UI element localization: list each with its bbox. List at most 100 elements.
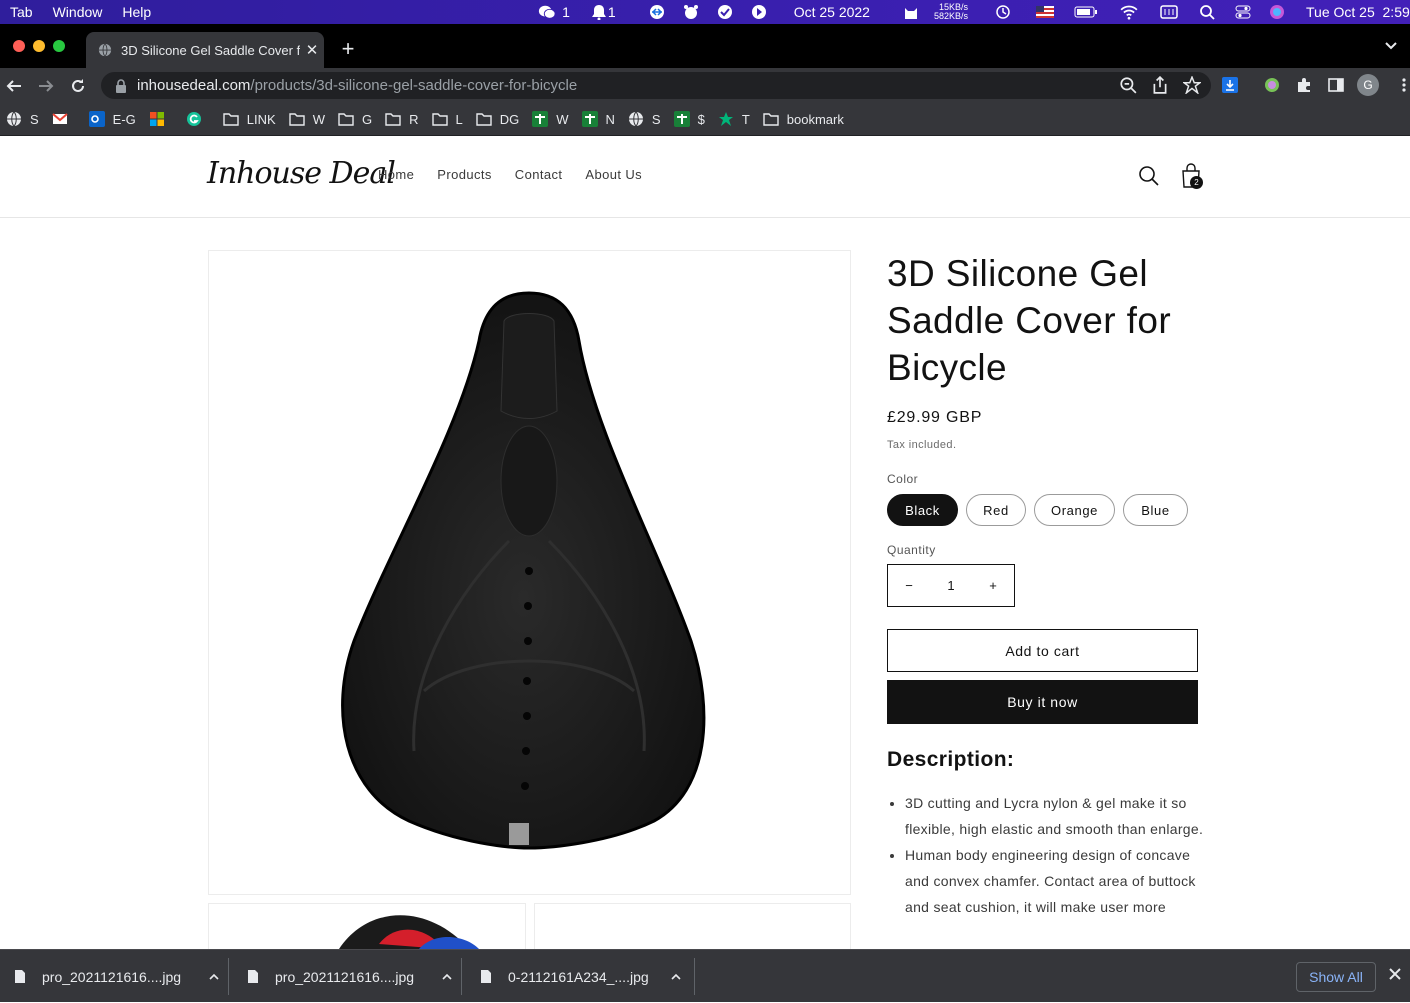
time-machine-status[interactable] <box>988 0 1018 24</box>
decrease-quantity-button[interactable]: − <box>888 578 930 593</box>
cat-status[interactable] <box>896 0 926 24</box>
bookmark-item[interactable]: bookmark <box>763 111 844 127</box>
nav-home[interactable]: Home <box>378 167 414 182</box>
arrow-status[interactable] <box>744 0 774 24</box>
bookmark-item[interactable]: $ <box>673 111 705 127</box>
star-icon <box>718 112 733 126</box>
chevron-up-icon[interactable] <box>207 970 221 984</box>
color-option-black[interactable]: Black <box>887 494 958 526</box>
show-all-downloads-button[interactable]: Show All <box>1296 962 1376 992</box>
browser-menu-button[interactable] <box>1393 74 1410 96</box>
bookmark-item[interactable]: E-G <box>88 111 136 127</box>
bookmark-item[interactable]: N <box>581 111 615 127</box>
input-source-status[interactable] <box>1030 0 1060 24</box>
buy-now-button[interactable]: Buy it now <box>887 680 1198 724</box>
url-host: inhousedeal.com <box>137 77 251 94</box>
bookmark-label: LINK <box>246 111 276 127</box>
bookmark-item[interactable]: LINK <box>223 111 276 127</box>
back-button[interactable] <box>2 74 26 98</box>
nav-about-us[interactable]: About Us <box>585 167 642 182</box>
bookmark-item[interactable]: DG <box>476 111 519 127</box>
color-option-blue[interactable]: Blue <box>1123 494 1188 526</box>
mac-menubar: Tab Window Help 1 1 Oct 25 2022 15KB/s 5… <box>0 0 1410 24</box>
bookmark-item[interactable]: W <box>289 111 325 127</box>
task-status[interactable] <box>710 0 740 24</box>
search-icon[interactable] <box>1138 165 1160 187</box>
color-option-orange[interactable]: Orange <box>1034 494 1115 526</box>
color-option-red[interactable]: Red <box>966 494 1026 526</box>
bookmarks-bar: S E-G LINK W G R L DG W N S $ Tbookmark <box>0 103 1410 136</box>
notification-status[interactable]: 1 <box>584 0 622 24</box>
product-main-image[interactable] <box>208 250 851 895</box>
bookmark-item[interactable]: L <box>431 111 463 127</box>
keyboard-status[interactable] <box>1154 0 1184 24</box>
product-thumbnail-2[interactable] <box>534 903 851 949</box>
us-flag-icon <box>1036 6 1054 18</box>
wechat-status[interactable]: 1 <box>532 0 576 24</box>
download-item-1[interactable]: pro_2021121616....jpg <box>14 950 221 1003</box>
close-window-button[interactable] <box>13 40 25 52</box>
share-icon[interactable] <box>1151 76 1169 94</box>
extensions-button[interactable] <box>1293 74 1315 96</box>
quantity-input[interactable]: 1 <box>930 578 972 593</box>
close-tab-icon[interactable]: ✕ <box>300 41 324 59</box>
download-extension-button[interactable] <box>1219 74 1241 96</box>
notification-count: 1 <box>607 4 616 20</box>
bookmark-item[interactable]: T <box>718 111 750 127</box>
time-machine-icon <box>996 5 1010 19</box>
address-bar[interactable]: inhousedeal.com/products/3d-silicone-gel… <box>101 72 1211 99</box>
bookmark-item[interactable]: S <box>628 111 661 127</box>
saddle-colors-image <box>339 915 479 949</box>
download-item-2[interactable]: pro_2021121616....jpg <box>247 950 454 1003</box>
browser-tab-active[interactable]: 3D Silicone Gel Saddle Cover for Bicycle… <box>86 32 324 68</box>
menu-window[interactable]: Window <box>53 4 103 20</box>
teamviewer-status[interactable] <box>642 0 672 24</box>
profile-button[interactable]: G <box>1357 74 1379 96</box>
menu-tab[interactable]: Tab <box>10 4 33 20</box>
battery-status[interactable] <box>1068 0 1104 24</box>
side-panel-button[interactable] <box>1325 74 1347 96</box>
minimize-window-button[interactable] <box>33 40 45 52</box>
bookmark-item[interactable]: G <box>338 111 372 127</box>
download-item-3[interactable]: 0-2112161A234_....jpg <box>480 950 683 1003</box>
add-to-cart-button[interactable]: Add to cart <box>887 629 1198 672</box>
forward-button[interactable] <box>34 74 58 98</box>
side-panel-icon <box>1328 78 1344 92</box>
site-header: Inhouse Deal Home Products Contact About… <box>0 136 1410 218</box>
folder-icon <box>289 113 305 126</box>
reload-button[interactable] <box>66 74 90 98</box>
bookmark-item[interactable] <box>186 111 210 127</box>
bookmark-item[interactable] <box>52 111 76 127</box>
bookmark-label: R <box>409 111 419 127</box>
menubar-clock[interactable]: Tue Oct 25 2:59 <box>1300 0 1410 24</box>
bookmark-item[interactable]: R <box>385 111 419 127</box>
zoom-window-button[interactable] <box>53 40 65 52</box>
saddle-image <box>341 291 706 850</box>
zoom-icon[interactable] <box>1119 76 1137 94</box>
wechat-count: 1 <box>562 4 570 20</box>
globe-icon <box>628 111 643 127</box>
nav-products[interactable]: Products <box>437 167 492 182</box>
new-tab-button[interactable]: + <box>338 36 358 62</box>
cow-status[interactable] <box>676 0 706 24</box>
bookmark-star-icon[interactable] <box>1183 76 1201 94</box>
chevron-up-icon[interactable] <box>669 970 683 984</box>
chevron-up-icon[interactable] <box>440 970 454 984</box>
reload-icon <box>72 79 84 92</box>
spotlight-button[interactable] <box>1192 0 1222 24</box>
increase-quantity-button[interactable]: + <box>972 578 1014 593</box>
tab-search-chevron-icon[interactable] <box>1384 38 1398 52</box>
wifi-status[interactable] <box>1114 0 1144 24</box>
nav-contact[interactable]: Contact <box>515 167 563 182</box>
control-center-button[interactable] <box>1228 0 1258 24</box>
close-icon[interactable] <box>1388 967 1402 981</box>
bookmark-item[interactable]: W <box>532 111 569 127</box>
bookmark-item[interactable] <box>149 111 173 127</box>
product-thumbnail-1[interactable] <box>208 903 526 949</box>
bookmark-item[interactable]: S <box>6 111 39 127</box>
siri-button[interactable] <box>1262 0 1292 24</box>
outlook-icon <box>88 111 105 127</box>
grammarly-extension-button[interactable] <box>1261 74 1283 96</box>
site-logo[interactable]: Inhouse Deal <box>207 156 396 191</box>
menu-help[interactable]: Help <box>122 4 151 20</box>
